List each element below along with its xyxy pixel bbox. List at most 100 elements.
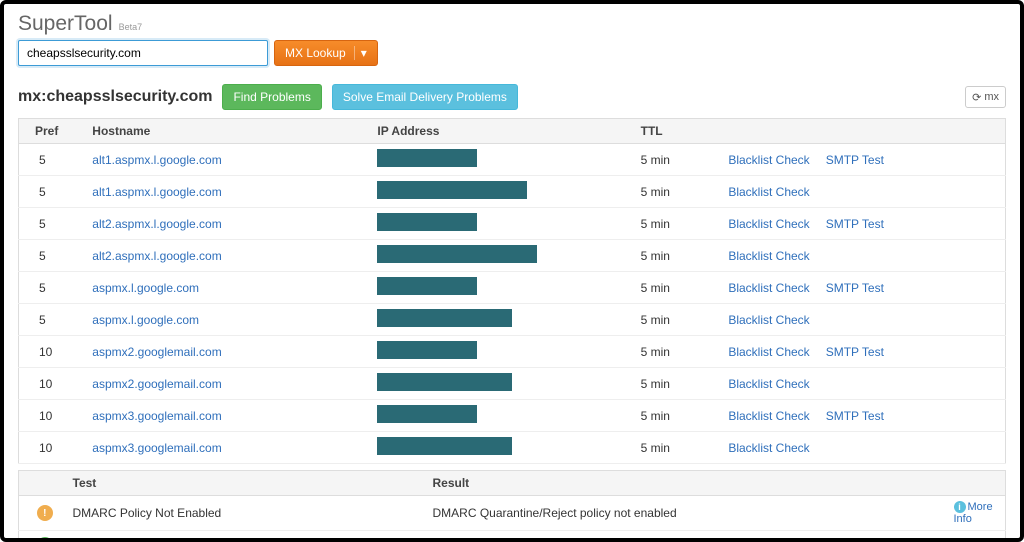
smtp-test-link[interactable]: SMTP Test xyxy=(826,153,884,167)
hostname-cell: aspmx.l.google.com xyxy=(84,304,369,336)
chevron-down-icon[interactable]: ▾ xyxy=(354,46,367,60)
blacklist-check-link[interactable]: Blacklist Check xyxy=(728,345,809,359)
refresh-icon: ⟳ xyxy=(972,91,981,104)
redacted-ip xyxy=(377,309,512,327)
hostname-link[interactable]: aspmx2.googlemail.com xyxy=(92,345,221,359)
col-ip: IP Address xyxy=(369,119,632,144)
solve-problems-button[interactable]: Solve Email Delivery Problems xyxy=(332,84,518,110)
status-cell: ! xyxy=(19,496,65,531)
hostname-link[interactable]: aspmx3.googlemail.com xyxy=(92,409,221,423)
redacted-ip xyxy=(377,149,477,167)
info-icon: i xyxy=(954,501,966,513)
hostname-link[interactable]: alt2.aspmx.l.google.com xyxy=(92,249,221,263)
table-row: 10aspmx3.googlemail.com5 minBlacklist Ch… xyxy=(19,432,1006,464)
hostname-link[interactable]: alt1.aspmx.l.google.com xyxy=(92,185,221,199)
ttl-cell: 5 min xyxy=(633,336,721,368)
hostname-link[interactable]: aspmx.l.google.com xyxy=(92,281,199,295)
mx-lookup-label: MX Lookup xyxy=(285,46,346,60)
actions-cell: Blacklist Check SMTP Test xyxy=(720,208,1005,240)
blacklist-check-link[interactable]: Blacklist Check xyxy=(728,409,809,423)
hostname-cell: aspmx.l.google.com xyxy=(84,272,369,304)
col-result: Result xyxy=(425,471,946,496)
hostname-link[interactable]: alt1.aspmx.l.google.com xyxy=(92,153,221,167)
actions-cell: Blacklist Check SMTP Test xyxy=(720,144,1005,176)
col-info xyxy=(946,471,1006,496)
actions-cell: Blacklist Check xyxy=(720,304,1005,336)
redacted-ip xyxy=(377,245,537,263)
blacklist-check-link[interactable]: Blacklist Check xyxy=(728,377,809,391)
redacted-ip xyxy=(377,181,527,199)
hostname-link[interactable]: aspmx.l.google.com xyxy=(92,313,199,327)
test-row: ✓DMARC Record PublishedDMARC Record foun… xyxy=(19,531,1006,542)
blacklist-check-link[interactable]: Blacklist Check xyxy=(728,313,809,327)
table-row: 5aspmx.l.google.com5 minBlacklist Check xyxy=(19,304,1006,336)
tests-header-row: Test Result xyxy=(19,471,1006,496)
query-label: mx:cheapsslsecurity.com xyxy=(18,88,212,106)
result-header: mx:cheapsslsecurity.com Find Problems So… xyxy=(18,84,1006,110)
ttl-cell: 5 min xyxy=(633,368,721,400)
pref-cell: 5 xyxy=(19,144,85,176)
test-result-cell: DMARC Quarantine/Reject policy not enabl… xyxy=(425,496,946,531)
pref-cell: 5 xyxy=(19,176,85,208)
col-actions xyxy=(720,119,1005,144)
table-row: 10 aspmx2.googlemail.com 5 min Blacklist Ch… xyxy=(19,368,1006,400)
refresh-label: mx xyxy=(984,91,999,103)
ip-cell xyxy=(369,176,632,208)
ip-cell xyxy=(369,208,632,240)
redacted-ip xyxy=(377,373,512,391)
mx-lookup-button[interactable]: MX Lookup ▾ xyxy=(274,40,378,66)
blacklist-check-link[interactable]: Blacklist Check xyxy=(728,249,809,263)
pref-cell: 10 xyxy=(19,400,85,432)
test-result-cell: DMARC Record found xyxy=(425,531,946,542)
ttl-cell: 5 min xyxy=(633,176,721,208)
smtp-test-link[interactable]: SMTP Test xyxy=(826,409,884,423)
ip-cell xyxy=(369,144,632,176)
pref-cell: 5 xyxy=(19,208,85,240)
test-name-cell: DMARC Policy Not Enabled xyxy=(65,496,425,531)
hostname-link[interactable]: alt2.aspmx.l.google.com xyxy=(92,217,221,231)
hostname-link[interactable]: aspmx2.googlemail.com xyxy=(92,377,221,391)
smtp-test-link[interactable]: SMTP Test xyxy=(826,281,884,295)
hostname-cell: alt1.aspmx.l.google.com xyxy=(84,176,369,208)
blacklist-check-link[interactable]: Blacklist Check xyxy=(728,281,809,295)
hostname-cell: aspmx3.googlemail.com xyxy=(84,432,369,464)
table-row: 10aspmx3.googlemail.com5 minBlacklist Ch… xyxy=(19,400,1006,432)
hostname-cell: aspmx2.googlemail.com xyxy=(84,368,369,400)
col-ttl: TTL xyxy=(633,119,721,144)
smtp-test-link[interactable]: SMTP Test xyxy=(826,217,884,231)
ttl-cell: 5 min xyxy=(633,208,721,240)
pref-cell: 10 xyxy=(19,368,85,400)
redacted-ip xyxy=(377,213,477,231)
ip-cell xyxy=(369,336,632,368)
search-row: MX Lookup ▾ xyxy=(18,40,1006,66)
col-pref: Pref xyxy=(19,119,85,144)
find-problems-button[interactable]: Find Problems xyxy=(222,84,321,110)
hostname-cell: aspmx2.googlemail.com xyxy=(84,336,369,368)
more-info-cell xyxy=(946,531,1006,542)
ip-cell xyxy=(369,272,632,304)
beta-badge: Beta7 xyxy=(119,22,143,32)
smtp-test-link[interactable]: SMTP Test xyxy=(826,345,884,359)
domain-input[interactable] xyxy=(18,40,268,66)
ttl-cell: 5 min xyxy=(633,304,721,336)
check-icon: ✓ xyxy=(37,537,53,542)
col-hostname: Hostname xyxy=(84,119,369,144)
refresh-mx-button[interactable]: ⟳mx xyxy=(965,86,1006,108)
redacted-ip xyxy=(377,341,477,359)
blacklist-check-link[interactable]: Blacklist Check xyxy=(728,217,809,231)
more-info-cell: iMore Info xyxy=(946,496,1006,531)
blacklist-check-link[interactable]: Blacklist Check xyxy=(728,441,809,455)
app-frame: SuperTool Beta7 MX Lookup ▾ mx:cheapssls… xyxy=(0,0,1024,542)
hostname-link[interactable]: aspmx3.googlemail.com xyxy=(92,441,221,455)
ip-cell xyxy=(369,240,632,272)
ip-cell xyxy=(369,304,632,336)
col-test: Test xyxy=(65,471,425,496)
blacklist-check-link[interactable]: Blacklist Check xyxy=(728,153,809,167)
ip-cell xyxy=(369,368,632,400)
blacklist-check-link[interactable]: Blacklist Check xyxy=(728,185,809,199)
warning-icon: ! xyxy=(37,505,53,521)
pref-cell: 10 xyxy=(19,432,85,464)
ttl-cell: 5 min xyxy=(633,144,721,176)
redacted-ip xyxy=(377,405,477,423)
actions-cell: Blacklist Check SMTP Test xyxy=(720,336,1005,368)
